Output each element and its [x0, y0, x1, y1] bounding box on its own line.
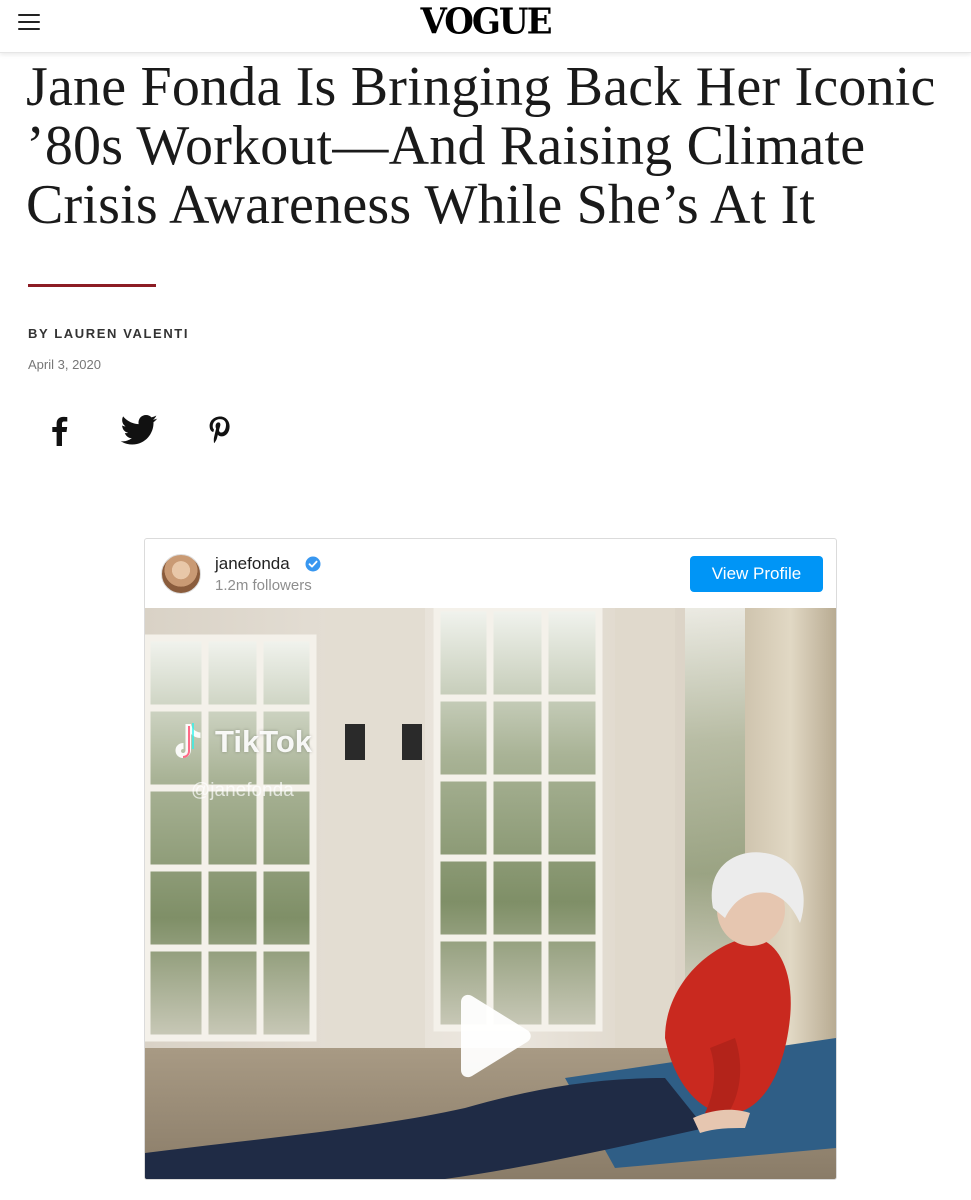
- headline-divider: [28, 284, 156, 287]
- instagram-embed: janefonda 1.2m followers View Profile Ti…: [144, 538, 837, 1180]
- publish-date: April 3, 2020: [28, 357, 101, 372]
- article-headline: Jane Fonda Is Bringing Back Her Iconic ’…: [26, 58, 956, 235]
- instagram-username[interactable]: janefonda: [215, 554, 290, 574]
- headline-line: Jane Fonda Is Bringing Back Her Iconic: [26, 56, 936, 118]
- play-icon[interactable]: [451, 994, 533, 1078]
- byline[interactable]: BY LAUREN VALENTI: [28, 326, 189, 341]
- twitter-icon[interactable]: [119, 410, 159, 450]
- video-player[interactable]: TikTok @janefonda: [145, 608, 836, 1179]
- site-header: VOGUE: [0, 0, 971, 53]
- follower-count: 1.2m followers: [215, 577, 312, 594]
- pinterest-icon[interactable]: [200, 410, 240, 450]
- tiktok-icon: [175, 723, 201, 758]
- headline-line: Crisis Awareness While She’s At It: [26, 174, 816, 236]
- facebook-icon[interactable]: [40, 410, 80, 450]
- video-frame: [145, 608, 836, 1179]
- tiktok-handle: @janefonda: [191, 780, 294, 801]
- tiktok-watermark: TikTok: [215, 724, 313, 759]
- verified-badge-icon: [305, 556, 321, 572]
- view-profile-button[interactable]: View Profile: [690, 556, 823, 592]
- avatar[interactable]: [161, 554, 201, 594]
- headline-line: ’80s Workout—And Raising Climate: [26, 115, 866, 177]
- vogue-logo[interactable]: VOGUE: [0, 1, 971, 43]
